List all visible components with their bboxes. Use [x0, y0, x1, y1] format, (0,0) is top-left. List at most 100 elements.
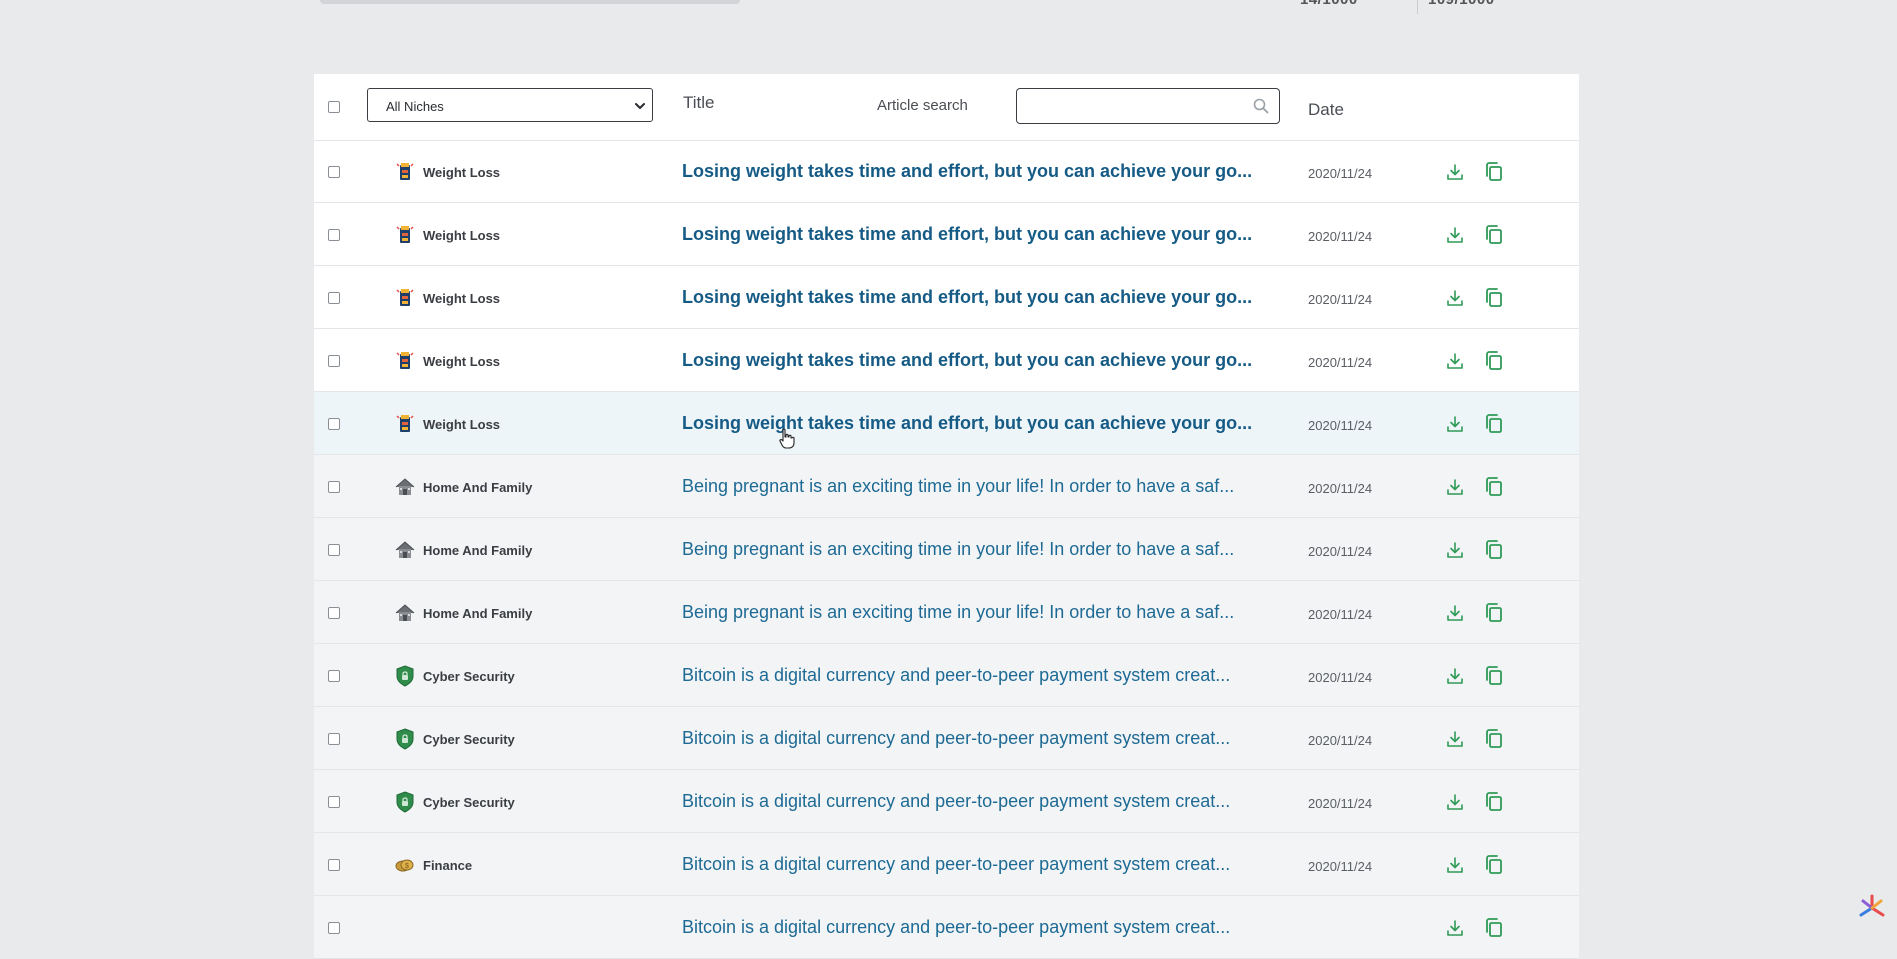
row-checkbox[interactable] — [328, 544, 340, 556]
copy-icon[interactable] — [1484, 224, 1504, 246]
table-row[interactable]: Weight Loss Losing weight takes time and … — [314, 203, 1579, 266]
row-checkbox[interactable] — [328, 229, 340, 241]
download-icon[interactable] — [1445, 225, 1465, 245]
download-icon[interactable] — [1445, 477, 1465, 497]
niche-filter-value: All Niches — [386, 99, 444, 114]
download-icon[interactable] — [1445, 540, 1465, 560]
article-title-link[interactable]: Being pregnant is an exciting time in yo… — [682, 539, 1286, 560]
niche-label: Home And Family — [423, 606, 533, 621]
weight-loss-icon — [394, 224, 416, 246]
article-title-link[interactable]: Bitcoin is a digital currency and peer-t… — [682, 728, 1286, 749]
niche-label: Cyber Security — [423, 795, 515, 810]
article-title-link[interactable]: Losing weight takes time and effort, but… — [682, 224, 1286, 245]
table-header: All Niches Title Article search Date — [314, 74, 1579, 141]
title-column-header: Title — [683, 93, 715, 112]
copy-icon[interactable] — [1484, 917, 1504, 939]
row-checkbox[interactable] — [328, 292, 340, 304]
row-checkbox[interactable] — [328, 796, 340, 808]
table-row[interactable]: Weight Loss Losing weight takes time and … — [314, 329, 1579, 392]
article-date: 2020/11/24 — [1308, 481, 1373, 496]
niche-filter-select[interactable]: All Niches — [367, 88, 653, 122]
table-row[interactable]: Home And Family Being pregnant is an exci… — [314, 581, 1579, 644]
row-checkbox[interactable] — [328, 859, 340, 871]
niche-label: Home And Family — [423, 543, 533, 558]
table-row[interactable]: Cyber Security Bitcoin is a digital curre… — [314, 707, 1579, 770]
article-title-link[interactable]: Losing weight takes time and effort, but… — [682, 161, 1286, 182]
table-row[interactable]: Home And Family Being pregnant is an exci… — [314, 518, 1579, 581]
row-checkbox[interactable] — [328, 607, 340, 619]
article-date: 2020/11/24 — [1308, 859, 1373, 874]
copy-icon[interactable] — [1484, 287, 1504, 309]
date-column-header: Date — [1308, 100, 1344, 119]
table-row[interactable]: $ Finance Bitcoin is a digital currency an… — [314, 833, 1579, 896]
row-checkbox[interactable] — [328, 355, 340, 367]
copy-icon[interactable] — [1484, 413, 1504, 435]
article-title-link[interactable]: Bitcoin is a digital currency and peer-t… — [682, 854, 1286, 875]
niche-label: Cyber Security — [423, 669, 515, 684]
article-date: 2020/11/24 — [1308, 607, 1373, 622]
coins-icon: $ — [394, 854, 416, 876]
copy-icon[interactable] — [1484, 350, 1504, 372]
niche-label: Home And Family — [423, 480, 533, 495]
page-heading-cutoff — [320, 0, 740, 4]
article-title-link[interactable]: Losing weight takes time and effort, but… — [682, 350, 1286, 371]
niche-label: Weight Loss — [423, 417, 501, 432]
copy-icon[interactable] — [1484, 539, 1504, 561]
table-row[interactable]: Weight Loss Losing weight takes time and … — [314, 392, 1579, 455]
download-icon[interactable] — [1445, 855, 1465, 875]
row-checkbox[interactable] — [328, 733, 340, 745]
article-title-link[interactable]: Bitcoin is a digital currency and peer-t… — [682, 917, 1286, 938]
row-checkbox[interactable] — [328, 922, 340, 934]
copy-icon[interactable] — [1484, 791, 1504, 813]
copy-icon[interactable] — [1484, 476, 1504, 498]
copy-icon[interactable] — [1484, 728, 1504, 750]
download-icon[interactable] — [1445, 162, 1465, 182]
article-title-link[interactable]: Losing weight takes time and effort, but… — [682, 413, 1286, 434]
niche-label: Weight Loss — [423, 291, 501, 306]
download-icon[interactable] — [1445, 603, 1465, 623]
brand-logo-icon — [1859, 894, 1885, 917]
table-row[interactable]: Cyber Security Bitcoin is a digital curre… — [314, 644, 1579, 707]
copy-icon[interactable] — [1484, 602, 1504, 624]
table-row[interactable]: Weight Loss Losing weight takes time and … — [314, 266, 1579, 329]
row-checkbox[interactable] — [328, 481, 340, 493]
table-row[interactable]: Weight Loss Losing weight takes time and … — [314, 140, 1579, 203]
article-date: 2020/11/24 — [1308, 544, 1373, 559]
table-row[interactable]: Cyber Security Bitcoin is a digital curre… — [314, 770, 1579, 833]
download-icon[interactable] — [1445, 666, 1465, 686]
download-icon[interactable] — [1445, 351, 1465, 371]
download-icon[interactable] — [1445, 288, 1465, 308]
article-title-link[interactable]: Bitcoin is a digital currency and peer-t… — [682, 665, 1286, 686]
row-checkbox[interactable] — [328, 418, 340, 430]
article-title-link[interactable]: Being pregnant is an exciting time in yo… — [682, 476, 1286, 497]
copy-icon[interactable] — [1484, 665, 1504, 687]
article-date: 2020/11/24 — [1308, 292, 1373, 307]
table-row[interactable]: Bitcoin is a digital currency and peer-t… — [314, 896, 1579, 959]
row-checkbox[interactable] — [328, 166, 340, 178]
article-title-link[interactable]: Bitcoin is a digital currency and peer-t… — [682, 791, 1286, 812]
hand-cursor-icon — [779, 428, 795, 449]
download-icon[interactable] — [1445, 414, 1465, 434]
articles-table: All Niches Title Article search Date Wei… — [314, 74, 1579, 959]
usage-counter-right: 109/1000 — [1428, 0, 1495, 8]
copy-icon[interactable] — [1484, 161, 1504, 183]
weight-loss-icon — [394, 161, 416, 183]
niche-label: Cyber Security — [423, 732, 515, 747]
article-title-link[interactable]: Losing weight takes time and effort, but… — [682, 287, 1286, 308]
copy-icon[interactable] — [1484, 854, 1504, 876]
download-icon[interactable] — [1445, 729, 1465, 749]
article-search-label: Article search — [877, 97, 968, 114]
weight-loss-icon — [394, 413, 416, 435]
article-date: 2020/11/24 — [1308, 355, 1373, 370]
download-icon[interactable] — [1445, 918, 1465, 938]
download-icon[interactable] — [1445, 792, 1465, 812]
select-all-checkbox[interactable] — [328, 101, 340, 113]
house-icon — [394, 602, 416, 624]
niche-label: Weight Loss — [423, 165, 501, 180]
chevron-down-icon — [635, 103, 645, 109]
article-search-input[interactable] — [1016, 88, 1280, 124]
article-title-link[interactable]: Being pregnant is an exciting time in yo… — [682, 602, 1286, 623]
table-row[interactable]: Home And Family Being pregnant is an exci… — [314, 455, 1579, 518]
row-checkbox[interactable] — [328, 670, 340, 682]
counter-divider — [1417, 0, 1418, 14]
